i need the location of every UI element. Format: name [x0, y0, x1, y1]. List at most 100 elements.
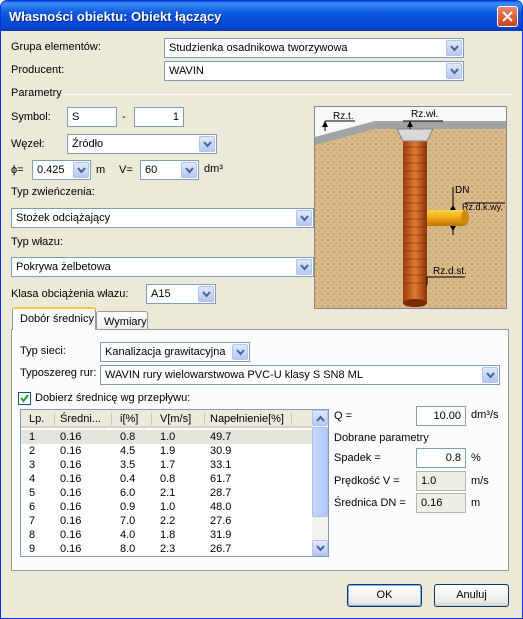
producent-select[interactable]: WAVIN [164, 61, 464, 81]
q-unit: dm³/s [471, 409, 499, 421]
typ-wlazu-select[interactable]: Pokrywa żelbetowa [11, 257, 314, 277]
table-cell: 4 [29, 473, 36, 485]
typoszereg-label: Typoszereg rur: [20, 367, 97, 379]
scroll-down-button[interactable] [312, 540, 328, 556]
column-header[interactable]: Lp. [29, 413, 44, 425]
table-cell: 1.0 [160, 501, 176, 513]
chevron-down-icon[interactable] [296, 210, 312, 226]
scroll-thumb[interactable] [312, 427, 328, 517]
klasa-select[interactable]: A15 [146, 284, 216, 304]
table-row[interactable]: 5 0.16 6.0 2.1 28.7 [21, 486, 313, 500]
table-cell: 2.3 [160, 543, 176, 555]
column-header[interactable]: Napełnienie[%] [210, 413, 284, 425]
symbol-number-input[interactable]: 1 [134, 107, 184, 127]
column-header[interactable]: Średni... [60, 413, 101, 425]
chevron-down-icon[interactable] [446, 40, 462, 56]
v-select[interactable]: 60 [140, 160, 199, 180]
table-cell: 7 [29, 515, 36, 527]
dobierz-checkbox[interactable] [18, 392, 31, 405]
column-header[interactable]: i[%] [120, 413, 138, 425]
parametry-section-label: Parametry [11, 87, 62, 99]
close-button[interactable] [497, 6, 518, 27]
table-cell: 5 [29, 487, 36, 499]
typoszereg-select[interactable]: WAVIN rury wielowarstwowa PVC-U klasy S … [100, 365, 500, 385]
table-cell: 4.0 [120, 529, 136, 541]
table-cell: 1 [29, 431, 36, 443]
phi-select[interactable]: 0.425 [32, 160, 91, 180]
symbol-input[interactable]: S [67, 107, 117, 127]
chevron-down-icon[interactable] [199, 136, 215, 152]
grupa-label: Grupa elementów: [11, 41, 101, 53]
chevron-down-icon[interactable] [446, 63, 462, 79]
typ-sieci-label: Typ sieci: [20, 345, 66, 357]
tab-wymiary[interactable]: Wymiary [96, 311, 148, 331]
table-row[interactable]: 4 0.16 0.4 0.8 61.7 [21, 472, 313, 486]
chevron-down-icon[interactable] [73, 162, 89, 178]
label-rzt: Rz.t. [333, 111, 354, 122]
v-label: V= [119, 164, 133, 176]
chevron-down-icon[interactable] [232, 344, 248, 360]
window-title: Własności obiektu: Obiekt łączący [9, 9, 222, 24]
producent-value: WAVIN [169, 65, 204, 77]
title-bar[interactable]: Własności obiektu: Obiekt łączący [1, 1, 522, 31]
table-row[interactable]: 1 0.16 0.8 1.0 49.7 [21, 430, 313, 444]
table-cell: 0.16 [60, 501, 82, 513]
table-cell: 48.0 [210, 501, 232, 513]
dobrane-parametry-label: Dobrane parametry [334, 432, 429, 444]
table-cell: 0.16 [60, 543, 82, 555]
table-cell: 7.0 [120, 515, 136, 527]
ok-button[interactable]: OK [347, 584, 422, 607]
predkosc-field: 1.0 [416, 471, 466, 491]
table-cell: 0.16 [60, 445, 82, 457]
table-cell: 0.16 [60, 515, 82, 527]
table-cell: 30.9 [210, 445, 232, 457]
table-cell: 1.0 [160, 431, 176, 443]
chevron-down-icon[interactable] [198, 286, 214, 302]
table-cell: 8 [29, 529, 36, 541]
column-header[interactable]: V[m/s] [160, 413, 191, 425]
typ-zwienczenia-select[interactable]: Stożek odciążający [11, 208, 314, 228]
chevron-down-icon[interactable] [296, 259, 312, 275]
table-cell: 28.7 [210, 487, 232, 499]
typ-sieci-select[interactable]: Kanalizacja grawitacyjna [100, 342, 250, 362]
wezel-select[interactable]: Źródło [67, 134, 217, 154]
scroll-up-button[interactable] [312, 410, 328, 426]
klasa-label: Klasa obciążenia włazu: [11, 288, 129, 300]
v-unit: dm³ [204, 163, 223, 175]
label-rzdst: Rz.d.st. [433, 266, 467, 277]
table-cell: 0.8 [160, 473, 176, 485]
label-rzwl: Rz.wł. [411, 109, 438, 120]
table-cell: 2.2 [160, 515, 176, 527]
typ-wlazu-label: Typ włazu: [11, 236, 63, 248]
tab-dobor-srednicy[interactable]: Dobór średnicy [12, 307, 96, 330]
srednica-label: Średnica DN = [334, 497, 406, 509]
chevron-down-icon[interactable] [482, 367, 498, 383]
table-cell: 0.16 [60, 473, 82, 485]
table-header: Lp. Średni... i[%] V[m/s] Napełnienie[%] [21, 410, 313, 428]
table-cell: 6.0 [120, 487, 136, 499]
grupa-select[interactable]: Studzienka osadnikowa tworzywowa [164, 38, 464, 58]
manhole-illustration: Rz.t. Rz.wł. DN Rz.d.k.wy. Rz.d.st. [315, 107, 506, 308]
table-row[interactable]: 7 0.16 7.0 2.2 27.6 [21, 514, 313, 528]
spadek-input[interactable]: 0.8 [416, 448, 466, 468]
table-row[interactable]: 2 0.16 4.5 1.9 30.9 [21, 444, 313, 458]
table-cell: 0.16 [60, 487, 82, 499]
predkosc-unit: m/s [471, 475, 489, 487]
dobierz-label: Dobierz średnicę wg przepływu: [35, 392, 191, 404]
cancel-button[interactable]: Anuluj [434, 584, 509, 607]
phi-label: ϕ= [11, 164, 24, 176]
table-row[interactable]: 6 0.16 0.9 1.0 48.0 [21, 500, 313, 514]
table-row[interactable]: 9 0.16 8.0 2.3 26.7 [21, 542, 313, 556]
table-cell: 3 [29, 459, 36, 471]
section-divider [63, 94, 511, 95]
chevron-down-icon[interactable] [181, 162, 197, 178]
table-cell: 4.5 [120, 445, 136, 457]
table-row[interactable]: 8 0.16 4.0 1.8 31.9 [21, 528, 313, 542]
q-input[interactable]: 10.00 [416, 406, 466, 426]
table-row[interactable]: 3 0.16 3.5 1.7 33.1 [21, 458, 313, 472]
table-cell: 1.8 [160, 529, 176, 541]
table-scrollbar[interactable] [312, 410, 328, 556]
wezel-label: Węzeł: [11, 138, 45, 150]
table-cell: 2 [29, 445, 36, 457]
table-cell: 0.9 [120, 501, 136, 513]
